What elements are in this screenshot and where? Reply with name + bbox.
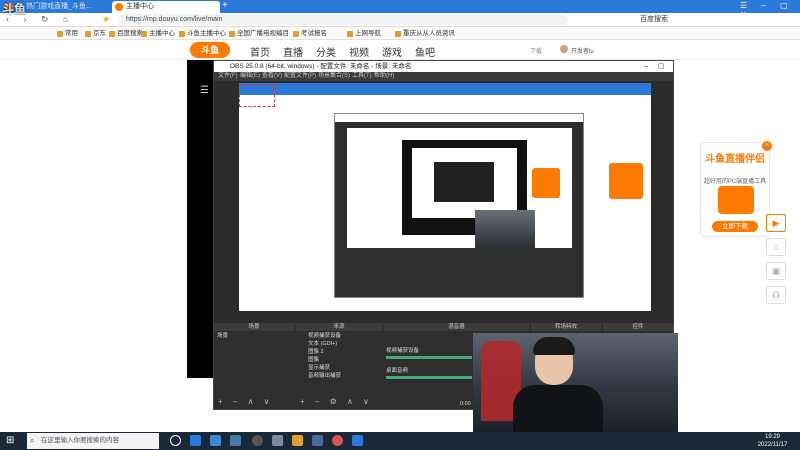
- webcam-overlay: [473, 333, 678, 432]
- mixer-header: 混音器: [384, 323, 529, 331]
- app-icon[interactable]: [210, 435, 221, 446]
- obs-icon[interactable]: [252, 435, 263, 446]
- watermark-logo: 斗鱼: [2, 2, 27, 16]
- nested-obs: [334, 113, 584, 298]
- scene-item[interactable]: 场景: [217, 333, 228, 340]
- person-body: [513, 385, 603, 432]
- clock-time: 19:29: [764, 434, 780, 440]
- promo-title: 斗鱼直播伴侣: [705, 154, 765, 165]
- nested-cam: [475, 210, 535, 248]
- source-controls[interactable]: + – ⚙ ∧ ∨: [300, 397, 373, 406]
- source-item[interactable]: 文本 (GDI+): [308, 341, 337, 348]
- taskbar-search[interactable]: 在这里输入你要搜索的内容: [27, 433, 159, 449]
- douyu-favicon-icon: [115, 3, 123, 11]
- nested-promo: [532, 168, 560, 198]
- menu-view[interactable]: 查看(V): [262, 72, 282, 81]
- promo-subtitle: 超好用的PC端直播工具: [703, 179, 767, 185]
- clock-date: 2022/11/17: [757, 442, 788, 448]
- menu-file[interactable]: 文件(F): [218, 72, 238, 81]
- star-icon[interactable]: ★: [102, 14, 110, 25]
- controls-header: 控件: [603, 323, 673, 331]
- source-item[interactable]: 图像 2: [308, 349, 324, 356]
- source-item[interactable]: 视频捕获设备: [308, 333, 341, 340]
- avatar[interactable]: [560, 45, 568, 53]
- bookmark-item[interactable]: 京东: [84, 28, 106, 39]
- sources-header: 来源: [296, 323, 382, 331]
- source-item[interactable]: 显示捕获: [308, 365, 330, 372]
- mixer-track: 桌面音频: [386, 368, 409, 374]
- bookmark-item[interactable]: 上网导航: [346, 28, 381, 39]
- tab-streamer-center[interactable]: 主播中心: [112, 1, 220, 13]
- address-bar-row: ‹ › ↻ ⌂ ★ https://mp.douyu.com/live/main…: [0, 13, 800, 27]
- support-icon[interactable]: ☊: [766, 286, 786, 304]
- url-input[interactable]: https://mp.douyu.com/live/main: [118, 14, 568, 25]
- obs-preview[interactable]: [239, 83, 651, 311]
- task-view-icon[interactable]: [170, 435, 181, 446]
- source-item[interactable]: 音频输出捕获: [308, 373, 341, 380]
- selection-box: [239, 85, 275, 107]
- obs-status: 0:00: [460, 401, 471, 407]
- nav-game[interactable]: 游戏: [382, 44, 402, 59]
- bookmark-item[interactable]: 斗鱼主播中心: [178, 28, 226, 39]
- mixer-meter[interactable]: [386, 356, 472, 359]
- menu-profile[interactable]: 配置文件(P): [284, 72, 316, 81]
- windows-start-icon[interactable]: ⊞: [6, 435, 14, 446]
- clock[interactable]: 19:29 2022/11/17: [745, 433, 800, 449]
- app-icon[interactable]: ▣: [766, 262, 786, 280]
- bookmarks-bar: 常用 京东 百度搜索 主播中心 斗鱼主播中心 全国广播电视编目 考试报名 上网导…: [0, 27, 800, 40]
- nav-yuba[interactable]: 鱼吧: [415, 44, 435, 59]
- browser-icon[interactable]: [190, 435, 201, 446]
- nav-category[interactable]: 分类: [316, 44, 336, 59]
- bookmark-item[interactable]: 主播中心: [140, 28, 175, 39]
- menu-icon[interactable]: ☰: [200, 85, 209, 96]
- douyu-logo[interactable]: 斗鱼: [190, 42, 230, 58]
- app-icon[interactable]: [312, 435, 323, 446]
- bookmark-item[interactable]: 全国广播电视编目: [228, 28, 289, 39]
- app-icon[interactable]: [352, 435, 363, 446]
- nested-deeper: [412, 148, 517, 218]
- mixer-meter[interactable]: [386, 376, 472, 379]
- nested-preview: [347, 128, 572, 248]
- game-icon[interactable]: [292, 435, 303, 446]
- mixer-track: 视频捕获设备: [386, 348, 420, 354]
- menu-edit[interactable]: 编辑(E): [240, 72, 260, 81]
- home-icon[interactable]: ⌂: [766, 238, 786, 256]
- obs-menubar: 文件(F) 编辑(E) 查看(V) 配置文件(P) 场景集合(S) 工具(T) …: [214, 72, 673, 81]
- new-tab-button[interactable]: +: [222, 0, 228, 12]
- nav-video[interactable]: 视频: [349, 44, 369, 59]
- promo-download-button[interactable]: 立即下载: [712, 221, 758, 232]
- source-item[interactable]: 图像: [308, 357, 319, 364]
- browser-tab-bar: 1 · 热门游戏直播_斗鱼... 主播中心 + ☰ – ▢ ✕: [0, 0, 800, 19]
- play-icon[interactable]: ▶: [766, 214, 786, 232]
- search-engine-label[interactable]: 百度搜索: [640, 14, 668, 25]
- bookmark-item[interactable]: 百度搜索: [108, 28, 143, 39]
- nav-home[interactable]: 首页: [250, 44, 270, 59]
- steam-icon[interactable]: [230, 435, 241, 446]
- app-icon[interactable]: [272, 435, 283, 446]
- app-icon[interactable]: [332, 435, 343, 446]
- user-name[interactable]: 开发者lu: [571, 46, 594, 55]
- scene-controls[interactable]: + – ∧ ∨: [218, 397, 274, 406]
- nav-live[interactable]: 直播: [283, 44, 303, 59]
- preview-promo: [609, 163, 643, 199]
- promo-app-icon: [718, 186, 754, 214]
- bookmark-item[interactable]: 考试报名: [292, 28, 327, 39]
- obs-title: OBS 25.0.8 (64-bit, windows) - 配置文件: 未命名…: [214, 61, 673, 72]
- nested-deepest: [434, 162, 494, 202]
- menu-scene-collection[interactable]: 场景集合(S): [318, 72, 350, 81]
- scenes-header: 场景: [214, 323, 294, 331]
- nested-title: [335, 114, 583, 122]
- transitions-header: 转场特效: [531, 323, 601, 331]
- menu-help[interactable]: 帮助(H): [374, 72, 394, 81]
- download-link[interactable]: 下载: [530, 46, 542, 55]
- nested-browser-bar: [239, 83, 651, 95]
- search-icon: ⌕: [30, 436, 35, 445]
- person-hair: [533, 337, 575, 355]
- menu-tools[interactable]: 工具(T): [352, 72, 372, 81]
- bookmark-item[interactable]: 重庆从从人员资讯: [394, 28, 455, 39]
